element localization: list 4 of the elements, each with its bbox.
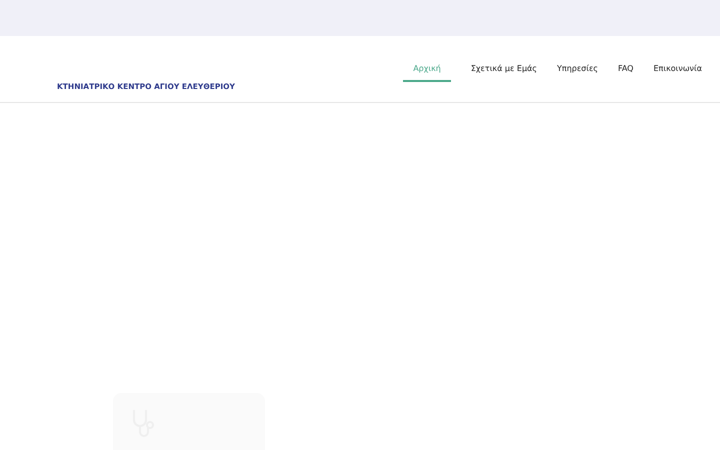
nav-link[interactable]: Σχετικά με Εμάς (470, 64, 537, 82)
nav-link[interactable]: Υπηρεσίες (557, 64, 598, 82)
nav-link[interactable]: FAQ (618, 64, 634, 82)
nav-link[interactable]: Επικοινωνία (653, 64, 702, 82)
